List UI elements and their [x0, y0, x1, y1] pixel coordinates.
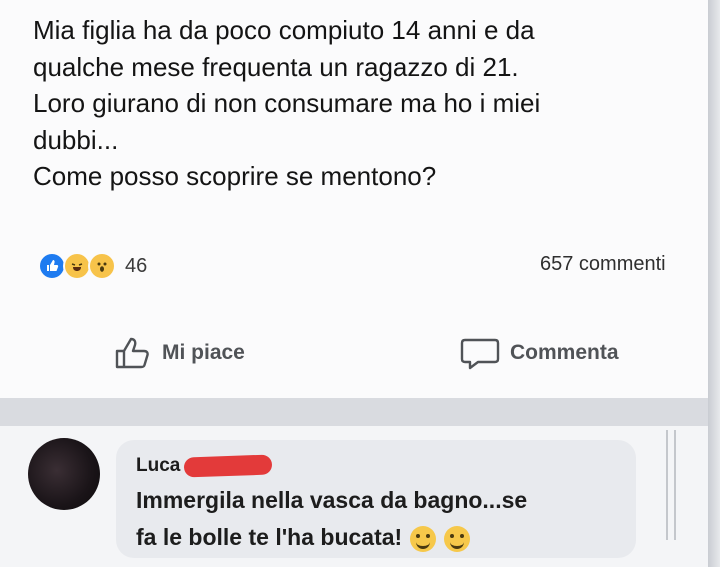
speech-bubble-icon — [460, 338, 500, 370]
smiley-emoji-icon — [410, 525, 437, 552]
comment-button[interactable]: Commenta — [460, 336, 619, 370]
comment-body: Immergila nella vasca da bagno...se fa l… — [136, 482, 527, 556]
thumbs-up-icon — [115, 337, 149, 369]
post-line: Loro giurano di non consumare ma ho i mi… — [33, 88, 541, 118]
comment-label: Commenta — [510, 341, 619, 364]
post-line: qualche mese frequenta un ragazzo di 21. — [33, 51, 519, 82]
smiley-emoji-icon — [444, 525, 471, 552]
post-line: Come posso scoprire se mentono? — [33, 161, 437, 191]
avatar[interactable] — [28, 438, 100, 510]
haha-icon — [63, 252, 91, 280]
comments-count[interactable]: 657 commenti — [540, 253, 666, 276]
reactions-summary[interactable]: 46 — [38, 252, 147, 280]
comment-line: Immergila nella vasca da bagno...se — [136, 487, 528, 513]
like-button[interactable]: Mi piace — [114, 336, 245, 370]
post-line: Mia figlia ha da poco compiuto 14 anni e… — [33, 15, 535, 45]
screen-edge — [708, 0, 720, 567]
post-line: dubbi... — [33, 124, 119, 155]
scrollbar[interactable] — [666, 430, 676, 540]
comment-author[interactable]: Luca — [136, 454, 273, 478]
post-body: Mia figlia ha da poco compiuto 14 anni e… — [33, 12, 693, 195]
post-card: Mia figlia ha da poco compiuto 14 anni e… — [0, 0, 708, 398]
redaction-scribble — [184, 454, 273, 478]
like-icon — [38, 252, 66, 280]
comment-line-text: fa le bolle te l'ha bucata! — [136, 524, 403, 550]
author-name: Luca — [136, 455, 181, 476]
wow-icon — [88, 252, 116, 280]
section-divider — [0, 398, 708, 426]
reaction-count: 46 — [125, 254, 148, 277]
comment-line: fa le bolle te l'ha bucata! — [136, 519, 527, 556]
like-label: Mi piace — [162, 341, 245, 364]
